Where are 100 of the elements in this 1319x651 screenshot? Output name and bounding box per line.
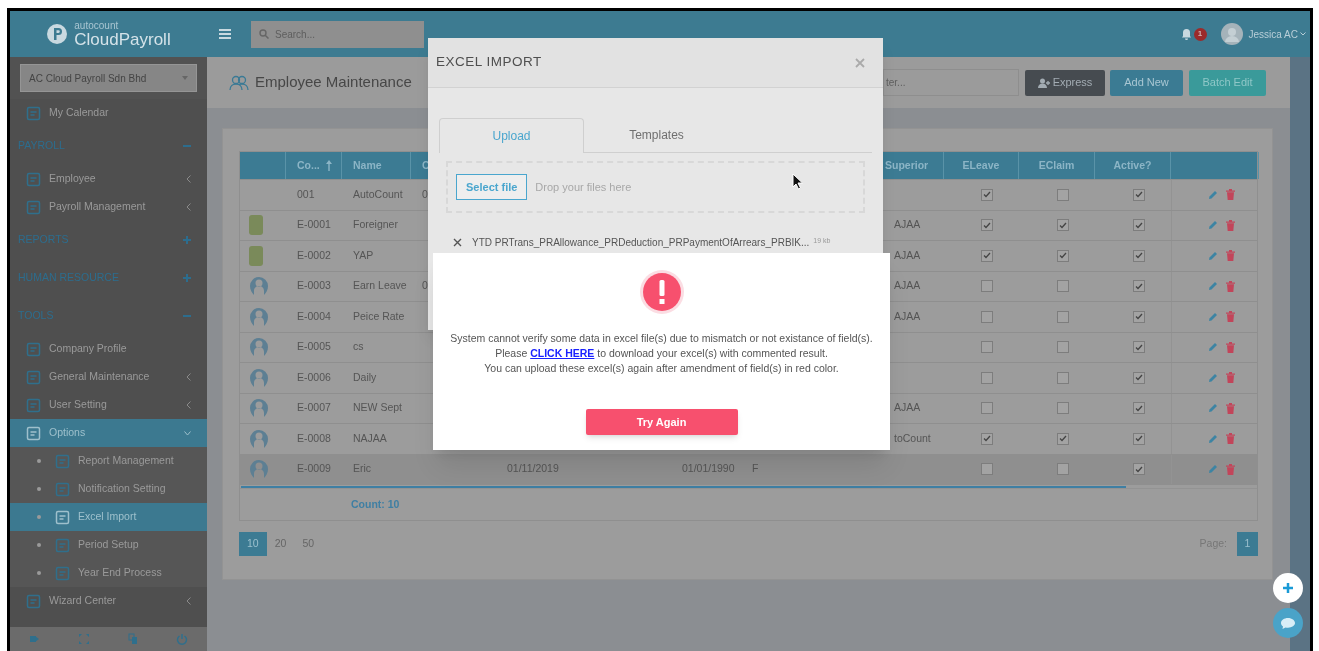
scrollbar[interactable] — [1290, 57, 1310, 651]
delete-button[interactable] — [1225, 250, 1235, 262]
checkbox[interactable] — [1132, 280, 1145, 293]
edit-button[interactable] — [1207, 281, 1218, 292]
checkbox[interactable] — [981, 463, 993, 476]
tab[interactable]: Templates — [584, 118, 729, 152]
checkbox[interactable] — [1056, 280, 1069, 293]
sidebar-item[interactable]: Company Profile — [10, 335, 207, 363]
power-button[interactable] — [175, 632, 190, 646]
delete-button[interactable] — [1225, 219, 1235, 231]
sidebar-section[interactable]: TOOLS — [10, 297, 207, 335]
checkbox[interactable] — [1056, 188, 1069, 201]
table-cell-text: AJAA — [894, 278, 921, 294]
edit-button[interactable] — [1207, 372, 1218, 383]
checkbox[interactable] — [981, 341, 993, 354]
sidebar-item[interactable]: Report Management — [10, 447, 207, 475]
tab[interactable]: Upload — [439, 118, 584, 153]
checkbox[interactable] — [1132, 432, 1145, 445]
checkbox[interactable] — [981, 188, 993, 201]
checkbox[interactable] — [981, 249, 993, 262]
checkbox[interactable] — [1132, 402, 1145, 415]
table-cell-text: E-0001 — [297, 217, 331, 233]
person-icon — [249, 367, 269, 388]
checkbox[interactable] — [1132, 219, 1145, 232]
action-button[interactable]: Express — [1025, 69, 1105, 96]
close-icon — [855, 57, 865, 68]
sidebar-item[interactable]: My Calendar — [10, 99, 207, 127]
delete-button[interactable] — [1225, 402, 1235, 414]
chevron-left-icon — [186, 203, 191, 211]
edit-button[interactable] — [1207, 403, 1218, 414]
checkbox[interactable] — [981, 432, 993, 445]
checkbox[interactable] — [1132, 310, 1145, 323]
sidebar-section[interactable]: HUMAN RESOURCE — [10, 259, 207, 297]
sidebar-item[interactable]: Payroll Management — [10, 193, 207, 221]
person-icon — [249, 398, 269, 419]
sidebar-section[interactable]: PAYROLL — [10, 127, 207, 165]
sidebar-item[interactable]: Year End Process — [10, 559, 207, 587]
remove-file-button[interactable] — [453, 238, 462, 247]
sidebar-section[interactable]: REPORTS — [10, 221, 207, 259]
drop-zone[interactable]: Select file Drop your files here — [446, 161, 865, 213]
edit-button[interactable] — [1207, 342, 1218, 353]
checkbox[interactable] — [1132, 463, 1145, 476]
checkbox[interactable] — [1056, 402, 1069, 415]
checkbox[interactable] — [981, 219, 993, 232]
edit-button[interactable] — [1207, 464, 1218, 475]
people-icon — [229, 74, 249, 91]
sidebar-item[interactable]: Excel Import — [10, 503, 207, 531]
checkbox[interactable] — [981, 310, 993, 323]
sidebar-item[interactable]: User Setting — [10, 391, 207, 419]
menu-icon — [219, 29, 231, 39]
action-button[interactable]: Add New — [1110, 69, 1183, 96]
sidebar-item[interactable]: Employee — [10, 165, 207, 193]
trash-icon — [1225, 433, 1235, 445]
delete-button[interactable] — [1225, 372, 1235, 384]
delete-button[interactable] — [1225, 433, 1235, 445]
checkbox[interactable] — [1056, 249, 1069, 262]
select-file-button[interactable]: Select file — [456, 174, 528, 200]
delete-button[interactable] — [1225, 189, 1235, 201]
page-button[interactable]: 1 — [1237, 532, 1258, 556]
try-again-button[interactable]: Try Again — [585, 409, 738, 435]
checkbox[interactable] — [1056, 219, 1069, 232]
delete-button[interactable] — [1225, 280, 1235, 292]
download-link[interactable]: CLICK HERE — [530, 347, 595, 359]
sidebar-item[interactable]: General Maintenance — [10, 363, 207, 391]
checkbox[interactable] — [1056, 310, 1069, 323]
delete-button[interactable] — [1225, 311, 1235, 323]
checkbox[interactable] — [981, 371, 993, 384]
sidebar-item[interactable]: Wizard Center — [10, 587, 207, 615]
checkbox[interactable] — [1132, 371, 1145, 384]
edit-button[interactable] — [1207, 220, 1218, 231]
pencil-icon — [1207, 403, 1218, 414]
checkbox[interactable] — [1056, 432, 1069, 445]
horizontal-scrollbar[interactable] — [241, 486, 1126, 488]
sidebar-item[interactable]: Notification Setting — [10, 475, 207, 503]
bell-icon[interactable] — [1180, 28, 1192, 40]
checkbox[interactable] — [1056, 371, 1069, 384]
checkbox[interactable] — [1132, 188, 1145, 201]
pencil-icon — [1207, 281, 1218, 292]
sidebar-item[interactable]: Period Setup — [10, 531, 207, 559]
sidebar-item[interactable]: Options — [10, 419, 207, 447]
pencil-icon — [1207, 433, 1218, 444]
edit-button[interactable] — [1207, 189, 1218, 200]
edit-button[interactable] — [1207, 311, 1218, 322]
edit-button[interactable] — [1207, 250, 1218, 261]
checkbox[interactable] — [1132, 249, 1145, 262]
company-dropdown[interactable]: AC Cloud Payroll Sdn Bhd — [20, 64, 197, 92]
checkbox[interactable] — [981, 280, 993, 293]
delete-button[interactable] — [1225, 341, 1235, 353]
action-button[interactable]: Batch Edit — [1189, 69, 1266, 96]
expand-button[interactable] — [76, 632, 91, 646]
checkbox[interactable] — [981, 402, 993, 415]
page-size-option[interactable]: 10 — [239, 532, 267, 556]
checkbox[interactable] — [1132, 341, 1145, 354]
checkbox[interactable] — [1056, 463, 1069, 476]
delete-button[interactable] — [1225, 463, 1235, 475]
filter-field[interactable]: ter... — [883, 69, 1019, 96]
user-menu[interactable]: Jessica AC — [1248, 26, 1306, 42]
checkbox[interactable] — [1056, 341, 1069, 354]
close-button[interactable] — [855, 57, 865, 68]
edit-button[interactable] — [1207, 433, 1218, 444]
